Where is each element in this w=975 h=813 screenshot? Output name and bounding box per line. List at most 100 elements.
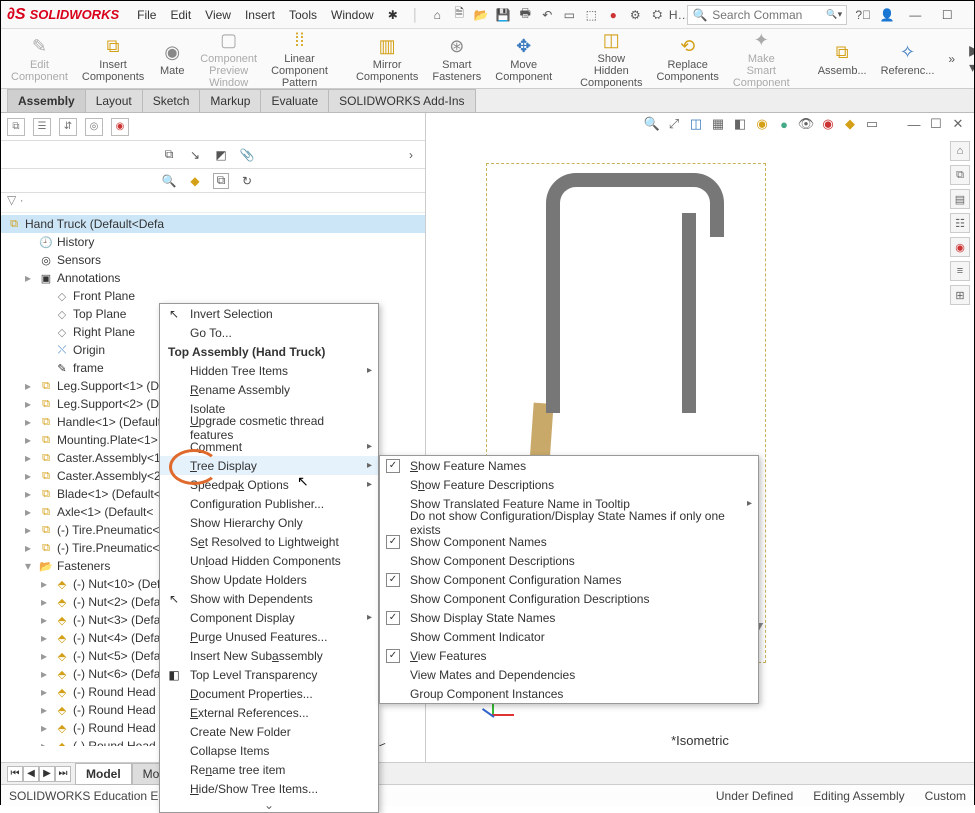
ctx-invert-selection[interactable]: ↖ Invert Selection	[160, 304, 378, 323]
linear-pattern-button[interactable]: ⁞⁞Linear Component Pattern	[271, 29, 328, 89]
select-icon[interactable]: ▭	[561, 7, 577, 23]
rebuild-icon[interactable]: ●	[605, 7, 621, 23]
expand-icon[interactable]: ▸	[21, 469, 35, 483]
vp-hide-icon[interactable]: ●	[776, 116, 792, 132]
vp-zoomfit-icon[interactable]: 🔍	[644, 116, 660, 132]
fm-ico4[interactable]: 📎	[239, 147, 255, 163]
expand-icon[interactable]: ▸	[37, 721, 51, 735]
move-component-button[interactable]: ✥Move Component	[495, 34, 552, 83]
ctx-item[interactable]: Configuration Publisher...	[160, 494, 378, 513]
doc-min-icon[interactable]: —	[906, 116, 922, 132]
expand-icon[interactable]: ▸	[21, 505, 35, 519]
tab-evaluate[interactable]: Evaluate	[260, 89, 329, 112]
smart-fasteners-button[interactable]: ⊛Smart Fasteners	[432, 34, 481, 83]
ctx-item[interactable]: Comment▸	[160, 437, 378, 456]
mirror-components-button[interactable]: ▥Mirror Components	[356, 34, 418, 83]
fm-display-icon[interactable]: ◎	[85, 118, 103, 136]
tab-assembly[interactable]: Assembly	[7, 89, 86, 112]
tab-markup[interactable]: Markup	[199, 89, 261, 112]
expand-icon[interactable]: ▸	[21, 487, 35, 501]
vp-zoomarea-icon[interactable]: ⤢	[666, 116, 682, 132]
vp-appearance-icon[interactable]: ◉	[820, 116, 836, 132]
menu-tools[interactable]: Tools	[289, 8, 317, 22]
insert-components-button[interactable]: ⧉Insert Components	[82, 34, 144, 83]
tree-root[interactable]: ⧉ Hand Truck (Default<Defa	[1, 215, 425, 233]
expand-icon[interactable]: ▸	[21, 397, 35, 411]
submenu-item[interactable]: Show Comment Indicator	[380, 627, 758, 646]
tree-item[interactable]: 🕘History	[1, 233, 425, 251]
fm-appearance-icon[interactable]: ◉	[111, 118, 129, 136]
menu-overflow[interactable]: ✱	[388, 8, 398, 22]
vp-display-icon[interactable]: ▦	[710, 116, 726, 132]
mate-button[interactable]: ◉Mate	[158, 40, 186, 77]
sheet-last-icon[interactable]: ⏭	[55, 766, 71, 782]
ctx-item[interactable]: Insert New Subassembly	[160, 646, 378, 665]
command-search[interactable]: 🔍 🔍▾	[687, 5, 847, 25]
open-icon[interactable]: 📂	[473, 7, 489, 23]
expand-icon[interactable]: ▸	[37, 649, 51, 663]
save-icon[interactable]: 💾	[495, 7, 511, 23]
fm-filter1-icon[interactable]: ◆	[187, 173, 203, 189]
tp-custom-icon[interactable]: ≡	[950, 261, 970, 281]
ctx-item[interactable]: Show Hierarchy Only	[160, 513, 378, 532]
vp-orient-icon[interactable]: ◫	[688, 116, 704, 132]
maximize-button[interactable]: ☐	[935, 5, 959, 25]
fm-expand-icon[interactable]: ›	[403, 147, 419, 163]
sheet-model[interactable]: Model	[75, 763, 132, 785]
expand-icon[interactable]: ▸	[21, 433, 35, 447]
submenu-item[interactable]: Show Component Descriptions	[380, 551, 758, 570]
tp-view-icon[interactable]: ☷	[950, 213, 970, 233]
tab-layout[interactable]: Layout	[85, 89, 143, 112]
tp-design-icon[interactable]: ▤	[950, 189, 970, 209]
expand-icon[interactable]: ▸	[21, 271, 35, 285]
fm-prop-icon[interactable]: ☰	[33, 118, 51, 136]
status-units[interactable]: Custom	[925, 789, 966, 803]
ctx-item[interactable]: ↖Show with Dependents	[160, 589, 378, 608]
fm-ico1[interactable]: ⧉	[161, 147, 177, 163]
ctx-item[interactable]: Hidden Tree Items▸	[160, 361, 378, 380]
filter-row[interactable]: ▽ ·	[1, 193, 425, 213]
menu-insert[interactable]: Insert	[245, 8, 275, 22]
new-icon[interactable]: 🗎	[451, 7, 467, 23]
ctx-item[interactable]: Hide/Show Tree Items...	[160, 779, 378, 798]
tp-home-icon[interactable]: ⌂	[950, 141, 970, 161]
print-icon[interactable]: 🖶	[517, 7, 533, 23]
home-icon[interactable]: ⌂	[429, 7, 445, 23]
ctx-expand-icon[interactable]: ⌄	[160, 798, 378, 812]
expand-icon[interactable]: ▸	[21, 541, 35, 555]
ctx-item[interactable]: Unload Hidden Components	[160, 551, 378, 570]
assembly-more-button[interactable]: ⧉Assemb...	[818, 40, 867, 77]
doc-max-icon[interactable]: ☐	[928, 116, 944, 132]
search-dropdown-icon[interactable]: 🔍▾	[826, 7, 842, 23]
search-input[interactable]	[712, 8, 822, 22]
tp-appearance-icon[interactable]: ◉	[950, 237, 970, 257]
expand-icon[interactable]: ▸	[37, 613, 51, 627]
fm-ico3[interactable]: ◩	[213, 147, 229, 163]
menu-edit[interactable]: Edit	[170, 8, 191, 22]
ctx-item[interactable]: Tree Display▸	[160, 456, 378, 475]
submenu-item[interactable]: Group Component Instances	[380, 684, 758, 703]
ctx-item[interactable]: Create New Folder	[160, 722, 378, 741]
sheet-first-icon[interactable]: ⏮	[7, 766, 23, 782]
expand-icon[interactable]: ▸	[37, 703, 51, 717]
ctx-item[interactable]: External References...	[160, 703, 378, 722]
tab-sketch[interactable]: Sketch	[142, 89, 201, 112]
expand-icon[interactable]: ▸	[21, 523, 35, 537]
show-hidden-button[interactable]: ◫Show Hidden Components	[580, 29, 642, 89]
ctx-item[interactable]: Upgrade cosmetic thread features	[160, 418, 378, 437]
expand-icon[interactable]: ▸	[37, 595, 51, 609]
ctx-item[interactable]: Rename tree item	[160, 760, 378, 779]
submenu-item[interactable]: View Mates and Dependencies	[380, 665, 758, 684]
menu-window[interactable]: Window	[331, 8, 374, 22]
fm-zoom-icon[interactable]: 🔍	[161, 173, 177, 189]
submenu-item[interactable]: ✓Show Component Configuration Names	[380, 570, 758, 589]
submenu-item[interactable]: ✓Show Component Names	[380, 532, 758, 551]
play-button[interactable]: ▶▾	[969, 42, 974, 76]
ctx-item[interactable]: Purge Unused Features...	[160, 627, 378, 646]
ctx-item[interactable]: Set Resolved to Lightweight	[160, 532, 378, 551]
submenu-item[interactable]: Show Component Configuration Description…	[380, 589, 758, 608]
expand-icon[interactable]: ▸	[37, 631, 51, 645]
vp-scene-icon[interactable]: ◉	[754, 116, 770, 132]
ctx-item[interactable]: Speedpak Options▸	[160, 475, 378, 494]
fm-ico2[interactable]: ↘	[187, 147, 203, 163]
